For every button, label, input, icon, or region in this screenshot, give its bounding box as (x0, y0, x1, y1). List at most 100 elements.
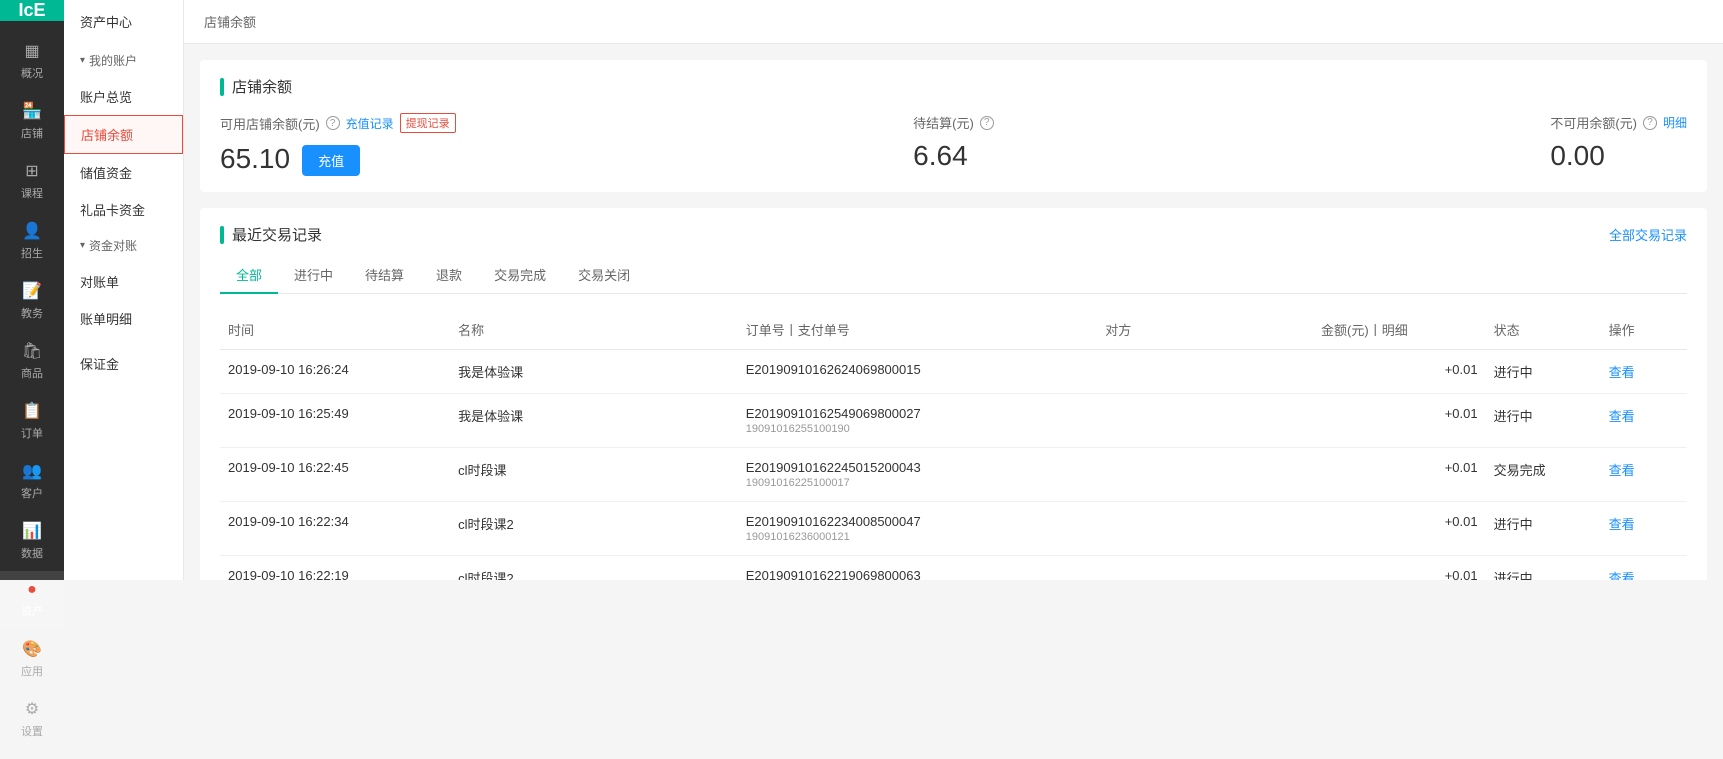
order-sub-1: 19091016255100190 (746, 423, 1090, 435)
sidebar-label-product: 商品 (21, 365, 43, 381)
sidebar-bottom: 🎨 应用 ⚙ 设置 (0, 629, 64, 759)
nav-bill-detail[interactable]: 账单明细 (64, 300, 183, 337)
nav-gift-card[interactable]: 礼品卡资金 (64, 191, 183, 228)
recharge-button[interactable]: 充值 (302, 145, 360, 176)
balance-left: 可用店铺余额(元) ? 充值记录 提现记录 65.10 充值 (220, 113, 500, 176)
sidebar-item-settings[interactable]: ⚙ 设置 (0, 689, 64, 749)
app-logo: IcE (0, 0, 64, 21)
available-info-icon: ? (326, 116, 340, 130)
table-header-row: 时间 名称 订单号丨支付单号 对方 金额(元)丨明细 状态 操作 (220, 310, 1687, 350)
unavailable-detail-link[interactable]: 明细 (1663, 114, 1687, 131)
sidebar-item-overview[interactable]: ▦ 概况 (0, 31, 64, 91)
sidebar-label-app: 应用 (21, 663, 43, 679)
tab-ongoing[interactable]: 进行中 (278, 257, 349, 294)
balance-section-title: 店铺余额 (220, 76, 1687, 97)
app-icon: 🎨 (22, 639, 42, 659)
sidebar-item-course[interactable]: ⊞ 课程 (0, 151, 64, 211)
tab-all[interactable]: 全部 (220, 257, 278, 294)
cell-amount-2: +0.01 (1313, 448, 1486, 502)
sidebar: IcE ▦ 概况 🏪 店铺 ⊞ 课程 👤 招生 📝 教务 🛍 商品 📋 订单 (0, 0, 64, 580)
sidebar-item-enroll[interactable]: 👤 招生 (0, 211, 64, 271)
col-header-name: 名称 (450, 310, 738, 350)
cell-action-4: 查看 (1601, 556, 1687, 581)
cell-status-0: 进行中 (1486, 350, 1601, 394)
balance-right: 不可用余额(元) ? 明细 0.00 (1407, 113, 1687, 172)
view-link-1[interactable]: 查看 (1609, 409, 1635, 424)
cell-amount-4: +0.01 (1313, 556, 1486, 581)
sidebar-item-data[interactable]: 📊 数据 (0, 511, 64, 571)
cell-status-4: 进行中 (1486, 556, 1601, 581)
sidebar-item-product[interactable]: 🛍 商品 (0, 331, 64, 391)
tab-closed[interactable]: 交易关闭 (562, 257, 646, 294)
nav-deposit[interactable]: 保证金 (64, 345, 183, 382)
nav-statement[interactable]: 对账单 (64, 263, 183, 300)
secondary-sidebar: 资产中心 ▾ 我的账户 账户总览 店铺余额 储值资金 礼品卡资金 ▾ 资金对账 … (64, 0, 184, 580)
sidebar-item-app[interactable]: 🎨 应用 (0, 629, 64, 689)
sidebar-label-data: 数据 (21, 545, 43, 561)
transactions-card: 最近交易记录 全部交易记录 全部 进行中 待结算 退款 交易完成 交易关闭 时间… (200, 208, 1707, 580)
withdraw-record-link[interactable]: 提现记录 (400, 113, 456, 133)
cell-action-2: 查看 (1601, 448, 1687, 502)
table-head: 时间 名称 订单号丨支付单号 对方 金额(元)丨明细 状态 操作 (220, 310, 1687, 350)
tab-refund[interactable]: 退款 (420, 257, 478, 294)
cell-order-1: E20190910162549069800027 190910162551001… (738, 394, 1098, 448)
enroll-icon: 👤 (22, 221, 42, 241)
nav-account-overview[interactable]: 账户总览 (64, 78, 183, 115)
balance-section: 可用店铺余额(元) ? 充值记录 提现记录 65.10 充值 待结算(元) (220, 113, 1687, 176)
table-row: 2019-09-10 16:22:45 cl时段课 E2019091016224… (220, 448, 1687, 502)
asset-account-label: 资金对账 (89, 237, 137, 254)
my-account-label: 我的账户 (89, 52, 137, 69)
sidebar-item-academic[interactable]: 📝 教务 (0, 271, 64, 331)
cell-time-0: 2019-09-10 16:26:24 (220, 350, 450, 394)
transaction-title-text: 最近交易记录 (232, 224, 322, 245)
available-label: 可用店铺余额(元) ? 充值记录 提现记录 (220, 113, 500, 133)
nav-stored-value[interactable]: 储值资金 (64, 154, 183, 191)
sidebar-label-customer: 客户 (21, 485, 43, 501)
sidebar-item-order[interactable]: 📋 订单 (0, 391, 64, 451)
content-body: 店铺余额 可用店铺余额(元) ? 充值记录 提现记录 65.10 充值 (184, 44, 1723, 580)
unavailable-value: 0.00 (1550, 140, 1687, 172)
asset-account-section[interactable]: ▾ 资金对账 (64, 228, 183, 263)
view-link-0[interactable]: 查看 (1609, 365, 1635, 380)
charge-record-link[interactable]: 充值记录 (346, 115, 394, 132)
pending-value: 6.64 (913, 140, 994, 172)
cell-name-1: 我是体验课 (450, 394, 738, 448)
main-content: 店铺余额 店铺余额 可用店铺余额(元) ? 充值记录 提现记录 65.1 (184, 0, 1723, 580)
nav-shop-balance[interactable]: 店铺余额 (64, 115, 183, 154)
sidebar-label-overview: 概况 (21, 65, 43, 81)
sidebar-item-shop[interactable]: 🏪 店铺 (0, 91, 64, 151)
tab-pending[interactable]: 待结算 (349, 257, 420, 294)
sidebar-label-shop: 店铺 (21, 125, 43, 141)
cell-order-4: E20190910162219069800063 190910162210001… (738, 556, 1098, 581)
cell-name-4: cl时段课2 (450, 556, 738, 581)
view-link-2[interactable]: 查看 (1609, 463, 1635, 478)
my-account-section[interactable]: ▾ 我的账户 (64, 43, 183, 78)
table-body: 2019-09-10 16:26:24 我是体验课 E2019091016262… (220, 350, 1687, 581)
sidebar-label-order: 订单 (21, 425, 43, 441)
cell-time-3: 2019-09-10 16:22:34 (220, 502, 450, 556)
pending-label: 待结算(元) ? (913, 113, 994, 132)
data-icon: 📊 (22, 521, 42, 541)
cell-order-2: E20190910162245015200043 190910162251000… (738, 448, 1098, 502)
cell-amount-1: +0.01 (1313, 394, 1486, 448)
tab-complete[interactable]: 交易完成 (478, 257, 562, 294)
col-header-time: 时间 (220, 310, 450, 350)
product-icon: 🛍 (22, 341, 42, 361)
balance-center: 待结算(元) ? 6.64 (500, 113, 1407, 172)
view-link-4[interactable]: 查看 (1609, 571, 1635, 580)
settings-icon: ⚙ (25, 699, 39, 719)
table-row: 2019-09-10 16:26:24 我是体验课 E2019091016262… (220, 350, 1687, 394)
pending-label-text: 待结算(元) (913, 113, 974, 132)
sidebar-item-customer[interactable]: 👥 客户 (0, 451, 64, 511)
available-value-row: 65.10 充值 (220, 141, 500, 176)
sidebar-nav: ▦ 概况 🏪 店铺 ⊞ 课程 👤 招生 📝 教务 🛍 商品 📋 订单 👥 (0, 21, 64, 629)
all-records-link[interactable]: 全部交易记录 (1609, 225, 1687, 244)
cell-amount-0: +0.01 (1313, 350, 1486, 394)
col-header-amount: 金额(元)丨明细 (1313, 310, 1486, 350)
unavailable-label-text: 不可用余额(元) (1550, 113, 1637, 132)
cell-name-2: cl时段课 (450, 448, 738, 502)
view-link-3[interactable]: 查看 (1609, 517, 1635, 532)
sidebar-label-enroll: 招生 (21, 245, 43, 261)
transaction-table: 时间 名称 订单号丨支付单号 对方 金额(元)丨明细 状态 操作 2019-09… (220, 310, 1687, 580)
cell-action-1: 查看 (1601, 394, 1687, 448)
